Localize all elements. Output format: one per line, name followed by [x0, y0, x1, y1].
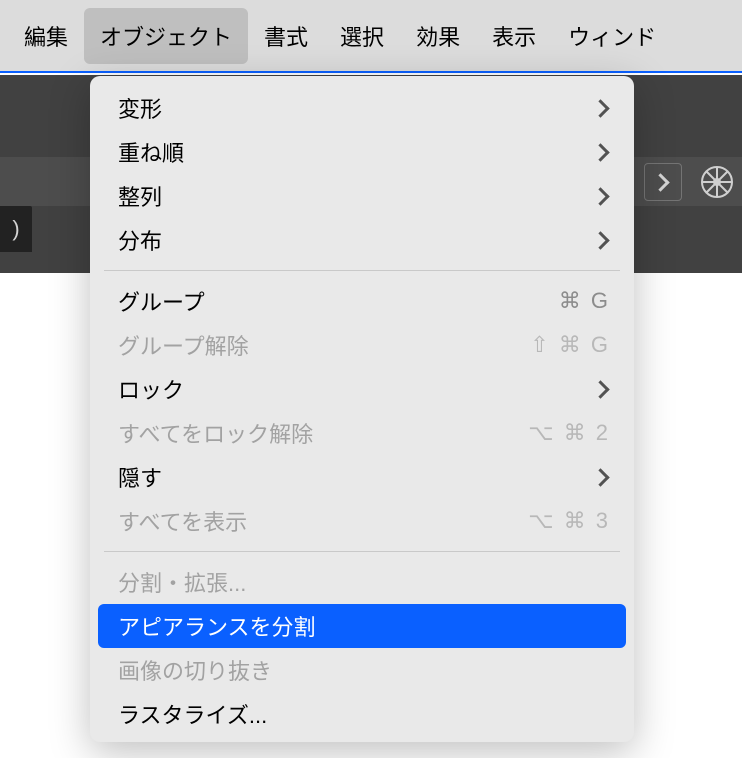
menu-item-label: 重ね順: [118, 136, 596, 168]
chevron-right-icon: [656, 175, 670, 189]
chevron-right-icon: [596, 470, 610, 484]
menu-item-label: グループ: [118, 285, 559, 317]
menu-item-label: すべてをロック解除: [118, 417, 528, 449]
menu-item-expand: 分割・拡張...: [90, 560, 634, 604]
chevron-right-icon: [596, 101, 610, 115]
menu-item-label: 分布: [118, 224, 596, 256]
menu-separator: [104, 270, 620, 271]
menu-item-rasterize[interactable]: ラスタライズ...: [90, 692, 634, 736]
menu-item-label: 変形: [118, 92, 596, 124]
menu-item-shortcut: ⌥ ⌘ 3: [528, 508, 610, 534]
menu-item-unlock-all: すべてをロック解除 ⌥ ⌘ 2: [90, 411, 634, 455]
menu-object[interactable]: オブジェクト: [84, 8, 248, 64]
menu-item-show-all: すべてを表示 ⌥ ⌘ 3: [90, 499, 634, 543]
menu-item-crop-image: 画像の切り抜き: [90, 648, 634, 692]
menu-item-transform[interactable]: 変形: [90, 86, 634, 130]
chevron-right-icon: [596, 233, 610, 247]
menu-item-lock[interactable]: ロック: [90, 367, 634, 411]
menu-item-distribute[interactable]: 分布: [90, 218, 634, 262]
menu-item-group[interactable]: グループ ⌘ G: [90, 279, 634, 323]
menu-item-shortcut: ⌥ ⌘ 2: [528, 420, 610, 446]
menu-item-expand-appearance[interactable]: アピアランスを分割: [98, 604, 626, 648]
menu-item-label: アピアランスを分割: [118, 610, 610, 642]
chevron-right-icon: [596, 382, 610, 396]
menu-edit[interactable]: 編集: [8, 8, 84, 64]
menu-view[interactable]: 表示: [476, 8, 552, 64]
menu-item-label: 画像の切り抜き: [118, 654, 610, 686]
menubar: 編集 オブジェクト 書式 選択 効果 表示 ウィンド: [0, 0, 742, 73]
menu-select[interactable]: 選択: [324, 8, 400, 64]
document-tab-fragment[interactable]: ): [0, 206, 32, 252]
tab-label-fragment: ): [12, 216, 19, 242]
menu-type[interactable]: 書式: [248, 8, 324, 64]
menu-item-label: ロック: [118, 373, 596, 405]
options-next-button[interactable]: [644, 163, 682, 201]
menu-item-shortcut: ⇧ ⌘ G: [530, 332, 610, 358]
menu-item-label: すべてを表示: [118, 505, 528, 537]
chevron-right-icon: [596, 189, 610, 203]
menu-item-align[interactable]: 整列: [90, 174, 634, 218]
menu-item-label: 隠す: [118, 461, 596, 493]
menu-item-label: 分割・拡張...: [118, 566, 610, 598]
chevron-right-icon: [596, 145, 610, 159]
menu-item-hide[interactable]: 隠す: [90, 455, 634, 499]
menu-separator: [104, 551, 620, 552]
menu-item-ungroup: グループ解除 ⇧ ⌘ G: [90, 323, 634, 367]
menu-window[interactable]: ウィンド: [552, 8, 672, 64]
menu-item-arrange[interactable]: 重ね順: [90, 130, 634, 174]
menu-effect[interactable]: 効果: [400, 8, 476, 64]
menu-item-shortcut: ⌘ G: [559, 288, 610, 314]
object-menu-dropdown: 変形 重ね順 整列 分布 グループ ⌘ G グループ解除 ⇧ ⌘ G ロック す…: [90, 76, 634, 742]
menu-item-label: グループ解除: [118, 329, 530, 361]
menu-item-label: 整列: [118, 180, 596, 212]
menu-item-label: ラスタライズ...: [118, 698, 610, 730]
color-wheel-icon[interactable]: [698, 163, 736, 201]
